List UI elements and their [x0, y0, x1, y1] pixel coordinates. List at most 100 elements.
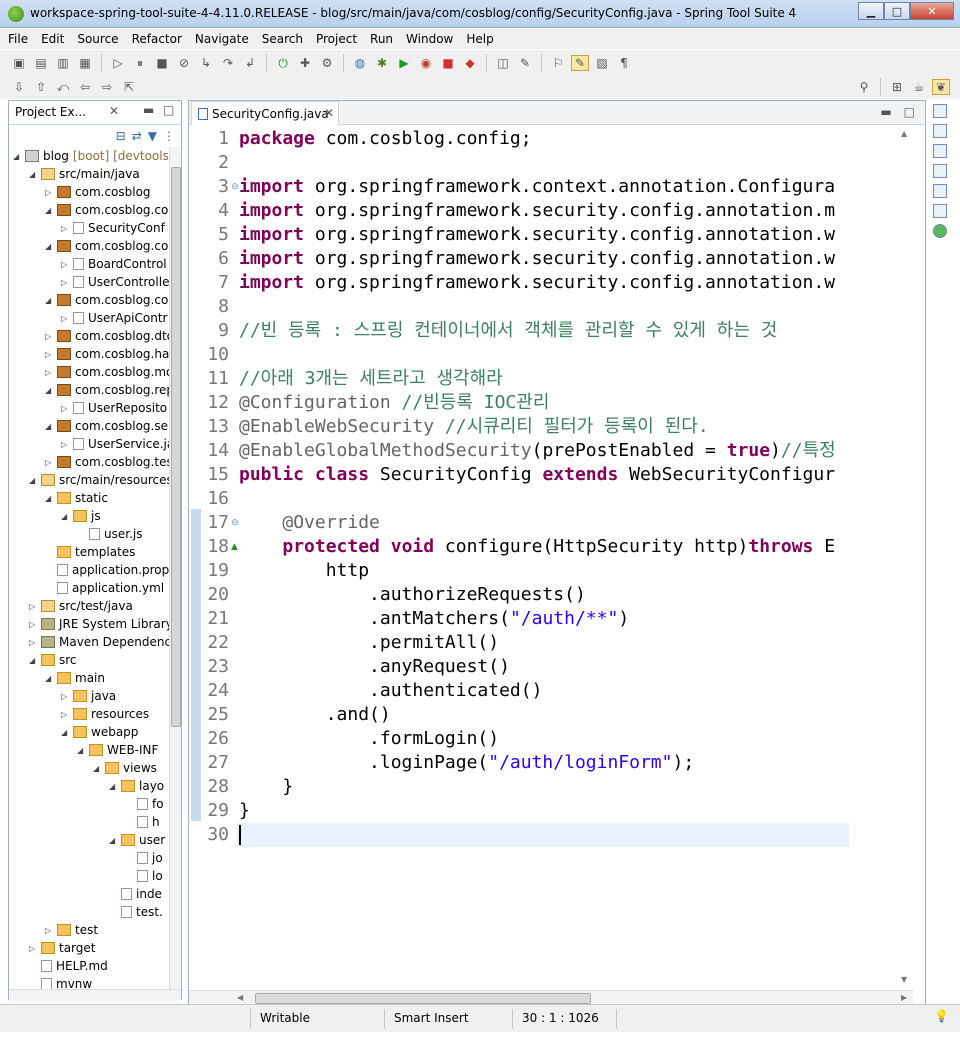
boot-dashboard-icon[interactable]: ⏻ [274, 55, 292, 71]
tree-item[interactable]: ▷ com.cosblog [45, 183, 151, 201]
tree-item[interactable]: user.js [77, 525, 142, 543]
tree-item[interactable]: ◢ views [93, 759, 157, 777]
console-icon[interactable] [933, 204, 947, 218]
outline-icon[interactable] [933, 124, 947, 138]
code-line[interactable]: protected void configure(HttpSecurity ht… [239, 535, 835, 559]
expanded-arrow-icon[interactable]: ◢ [61, 728, 71, 737]
tree-item[interactable]: ▷ com.cosblog.ha [45, 345, 169, 363]
scrollbar-thumb[interactable] [255, 993, 591, 1004]
block-selection-icon[interactable]: ▧ [593, 55, 611, 71]
code-line[interactable]: .loginPage("/auth/loginForm"); [239, 751, 694, 775]
tree-item[interactable]: ◢ layo [109, 777, 164, 795]
task-list-icon[interactable] [933, 144, 947, 158]
explorer-vertical-scrollbar[interactable] [169, 147, 181, 991]
maximize-button[interactable]: □ [884, 2, 910, 20]
globe-icon[interactable]: ◍ [351, 55, 369, 71]
menu-file[interactable]: File [8, 32, 28, 46]
tree-item[interactable]: ▷ com.cosblog.tes [45, 453, 169, 471]
tree-item[interactable]: ▷ UserApiContr [61, 309, 167, 327]
previous-annotation-icon[interactable]: ⇧ [32, 79, 50, 95]
expanded-arrow-icon[interactable]: ◢ [45, 422, 55, 431]
expanded-arrow-icon[interactable]: ◢ [45, 206, 55, 215]
collapsed-arrow-icon[interactable]: ▷ [29, 602, 39, 611]
tree-item[interactable]: application.yml [45, 579, 164, 597]
new-icon[interactable]: ▣ [10, 55, 28, 71]
expanded-arrow-icon[interactable]: ◢ [45, 296, 55, 305]
code-line[interactable]: http [239, 559, 369, 583]
new-spring-project-icon[interactable]: ✚ [296, 55, 314, 71]
menu-run[interactable]: Run [370, 32, 393, 46]
menu-help[interactable]: Help [466, 32, 493, 46]
collapsed-arrow-icon[interactable]: ▷ [61, 440, 71, 449]
expanded-arrow-icon[interactable]: ◢ [45, 242, 55, 251]
collapsed-arrow-icon[interactable]: ▷ [61, 260, 71, 269]
tree-item[interactable]: application.prop [45, 561, 169, 579]
tree-item[interactable]: ◢ com.cosblog.ser [45, 417, 169, 435]
tree-item[interactable]: fo [125, 795, 164, 813]
menu-refactor[interactable]: Refactor [132, 32, 182, 46]
tree-item[interactable]: ◢ com.cosblog.co [45, 201, 168, 219]
tree-item[interactable]: ◢ WEB-INF [77, 741, 158, 759]
highlight-icon[interactable]: ✎ [571, 55, 589, 71]
pin-editor-icon[interactable]: ⇱ [120, 79, 138, 95]
code-line[interactable]: .anyRequest() [239, 655, 510, 679]
collapse-all-icon[interactable]: ⊟ [116, 129, 126, 143]
terminate-icon[interactable]: ■ [153, 55, 171, 71]
tree-item[interactable]: HELP.md [29, 957, 108, 975]
run-icon[interactable]: ▶ [395, 55, 413, 71]
editor-tab-securityconfig[interactable]: SecurityConfig.java ✕ [191, 101, 339, 125]
tree-item[interactable]: ◢ src [29, 651, 77, 669]
save-icon[interactable]: ▤ [32, 55, 50, 71]
resume-icon[interactable]: ▷ [109, 55, 127, 71]
code-line[interactable]: public class SecurityConfig extends WebS… [239, 463, 835, 487]
close-button[interactable]: ✕ [910, 2, 954, 20]
run-external-icon[interactable]: ◉ [417, 55, 435, 71]
show-whitespace-icon[interactable]: ¶ [615, 55, 633, 71]
expanded-arrow-icon[interactable]: ◢ [61, 512, 71, 521]
last-edit-icon[interactable]: ⤺ [54, 79, 72, 95]
tree-item[interactable]: ▷ JRE System Library [29, 615, 169, 633]
expanded-arrow-icon[interactable]: ◢ [77, 746, 87, 755]
code-line[interactable]: //빈 등록 : 스프링 컨테이너에서 객체를 관리할 수 있게 하는 것 [239, 319, 777, 343]
scroll-right-icon[interactable]: ▶ [901, 993, 907, 1002]
expanded-arrow-icon[interactable]: ◢ [109, 836, 119, 845]
tree-item[interactable]: ◢ blog [boot] [devtools] [13, 147, 169, 165]
collapsed-arrow-icon[interactable]: ▷ [61, 314, 71, 323]
code-line[interactable]: //아래 3개는 세트라고 생각해라 [239, 367, 503, 391]
code-line[interactable]: @Configuration //빈등록 IOC관리 [239, 391, 549, 415]
disconnect-icon[interactable]: ⊘ [175, 55, 193, 71]
expanded-arrow-icon[interactable]: ◢ [29, 170, 39, 179]
code-line[interactable]: package com.cosblog.config; [239, 127, 532, 151]
explorer-horizontal-scrollbar[interactable] [9, 989, 181, 1001]
scroll-down-icon[interactable]: ▼ [901, 975, 907, 984]
debug-icon[interactable]: ✱ [373, 55, 391, 71]
external-tools-icon[interactable]: ◆ [461, 55, 479, 71]
tree-item[interactable]: ▷ target [29, 939, 96, 957]
minimize-button[interactable]: ▁ [858, 2, 884, 20]
tree-item[interactable]: ◢ src/main/resources [29, 471, 169, 489]
expanded-arrow-icon[interactable]: ◢ [29, 656, 39, 665]
spring-starter-icon[interactable]: ⚙ [318, 55, 336, 71]
step-over-icon[interactable]: ↷ [219, 55, 237, 71]
expanded-arrow-icon[interactable]: ◢ [45, 674, 55, 683]
java-perspective-icon[interactable]: ☕ [910, 79, 928, 95]
tree-item[interactable]: ▷ com.cosblog.mo [45, 363, 169, 381]
hierarchy-icon[interactable] [933, 164, 947, 178]
tree-item[interactable]: ▷ Maven Dependenc [29, 633, 169, 651]
collapsed-arrow-icon[interactable]: ▷ [45, 188, 55, 197]
save-all-icon[interactable]: ▥ [54, 55, 72, 71]
tree-item[interactable]: ▷ UserControlle [61, 273, 169, 291]
code-line[interactable]: import org.springframework.security.conf… [239, 271, 835, 295]
maximize-view-icon[interactable]: □ [163, 103, 174, 117]
open-type-icon[interactable]: ◫ [494, 55, 512, 71]
restore-view-icon[interactable] [933, 104, 947, 118]
collapsed-arrow-icon[interactable]: ▷ [45, 368, 55, 377]
tree-item[interactable]: ▷ SecurityConf [61, 219, 165, 237]
code-line[interactable]: .formLogin() [239, 727, 499, 751]
tree-item[interactable]: test. [109, 903, 163, 921]
collapsed-arrow-icon[interactable]: ▷ [61, 404, 71, 413]
open-perspective-icon[interactable]: ⊞ [888, 79, 906, 95]
scroll-up-icon[interactable]: ▲ [901, 129, 907, 138]
code-line[interactable]: .authenticated() [239, 679, 542, 703]
code-line[interactable]: .antMatchers("/auth/**") [239, 607, 629, 631]
